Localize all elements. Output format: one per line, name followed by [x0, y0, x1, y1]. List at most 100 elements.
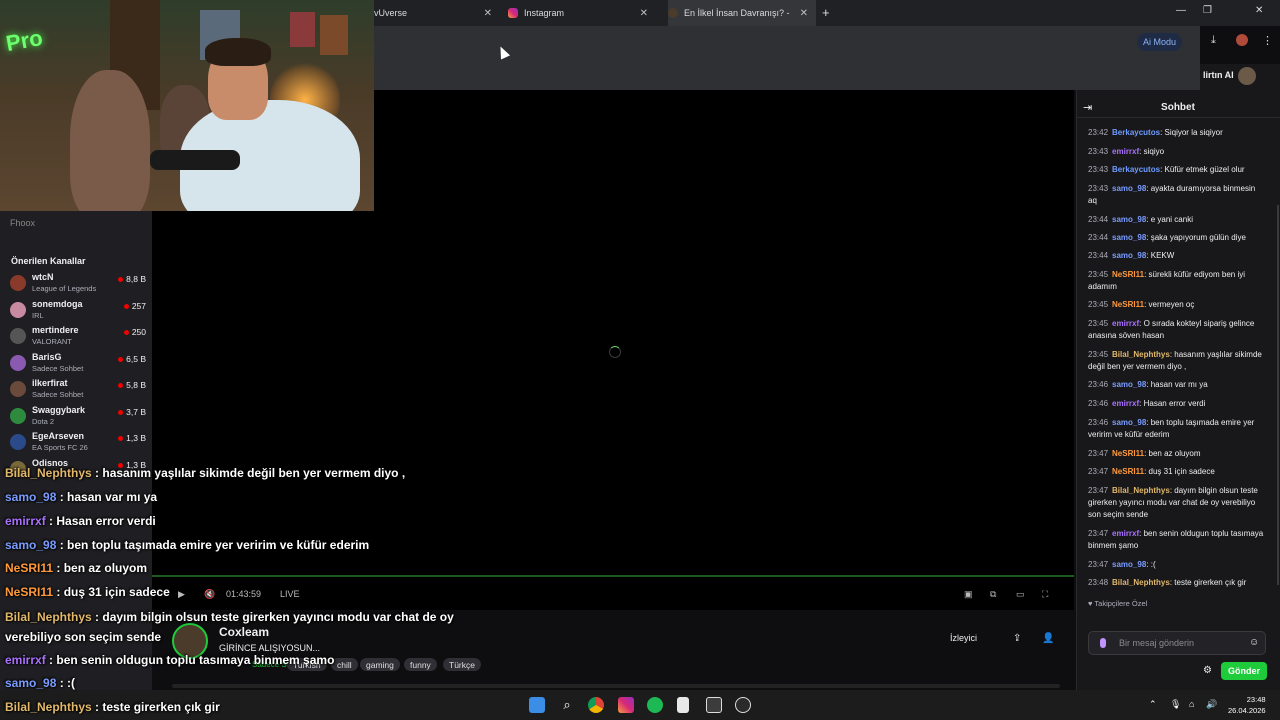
tab-close-icon[interactable]: ✕: [484, 8, 492, 19]
tag-funny[interactable]: funny: [404, 658, 437, 671]
chat-message[interactable]: 23:45 Bilal_Nephthys: hasanım yaşlılar si…: [1088, 349, 1266, 373]
chat-message[interactable]: 23:43 Berkaycutos: Küfür etmek güzel olur: [1088, 164, 1266, 176]
system-clock[interactable]: 23:48 26.04.2026: [1228, 694, 1266, 716]
chat-username[interactable]: Berkaycutos: [1112, 165, 1160, 174]
volume-icon[interactable]: 🔊: [1206, 699, 1217, 710]
chat-message[interactable]: 23:47 NeSRI11: ben az oluyom: [1088, 448, 1266, 460]
steam-icon[interactable]: [735, 697, 751, 713]
tab-vuverse[interactable]: vUverse ✕: [374, 0, 500, 26]
tag-gaming[interactable]: gaming: [360, 658, 400, 671]
tray-chevron-icon[interactable]: ⌃: [1149, 699, 1157, 710]
chat-username[interactable]: NeSRI11: [1112, 300, 1144, 309]
chrome-icon[interactable]: [588, 697, 604, 713]
clip-icon[interactable]: ⧉: [990, 589, 996, 600]
suggested-channel[interactable]: ilkerfirat Sadece Sohbet 5,8 B: [8, 377, 148, 403]
instagram-app-icon[interactable]: [618, 697, 634, 713]
chat-username[interactable]: samo_98: [1112, 184, 1146, 193]
tag-turkce[interactable]: Türkçe: [443, 658, 481, 671]
chat-message[interactable]: 23:42 Berkaycutos: Siqiyor la siqiyor: [1088, 127, 1266, 139]
chat-message[interactable]: 23:46 samo_98: ben toplu taşımada emire y…: [1088, 417, 1266, 441]
search-icon[interactable]: ⌕: [559, 697, 575, 713]
tab-active-twitch[interactable]: En İlkel İnsan Davranışı? - Tier L ✕: [668, 0, 816, 26]
chat-message[interactable]: 23:43 samo_98: ayakta duramıyorsa binmesi…: [1088, 183, 1266, 207]
chat-username[interactable]: NeSRI11: [1112, 270, 1144, 279]
tab-instagram[interactable]: Instagram ✕: [508, 0, 656, 26]
side-stream-name[interactable]: Fhoox: [10, 218, 35, 228]
chat-username[interactable]: samo_98: [1112, 418, 1146, 427]
start-icon[interactable]: [529, 697, 545, 713]
horizontal-scrollbar[interactable]: [172, 684, 1060, 688]
chat-message[interactable]: 23:48 Bilal_Nephthys: teste girerken çık …: [1088, 577, 1266, 589]
maximize-icon[interactable]: ❐: [1203, 5, 1212, 16]
tab-close-icon[interactable]: ✕: [640, 8, 648, 19]
address-bar-area[interactable]: [374, 26, 1200, 90]
play-icon[interactable]: ▶: [178, 589, 185, 600]
collapse-chat-icon[interactable]: ⇥: [1083, 101, 1092, 114]
chat-username[interactable]: Bilal_Nephthys: [1112, 578, 1170, 587]
chat-username[interactable]: emirrxf: [1112, 319, 1139, 328]
fullscreen-icon[interactable]: ⛶: [1042, 589, 1048, 600]
chat-settings-icon[interactable]: ⚙: [1203, 665, 1212, 676]
chat-message[interactable]: 23:45 NeSRI11: vermeyen oç: [1088, 299, 1266, 311]
chat-username[interactable]: samo_98: [1112, 215, 1146, 224]
suggested-channel[interactable]: Swaggybark Dota 2 3,7 B: [8, 404, 148, 430]
chat-username[interactable]: NeSRI11: [1112, 467, 1144, 476]
chat-message[interactable]: 23:46 emirrxf: Hasan error verdi: [1088, 398, 1266, 410]
chat-message[interactable]: 23:44 samo_98: şaka yapıyorum gülün diye: [1088, 232, 1266, 244]
streamer-name[interactable]: Coxleam: [219, 625, 269, 639]
chat-username[interactable]: emirrxf: [1112, 147, 1139, 156]
chat-username[interactable]: samo_98: [1112, 251, 1146, 260]
chat-message[interactable]: 23:47 samo_98: :(: [1088, 559, 1266, 571]
chat-message[interactable]: 23:47 emirrxf: ben senin oldugun toplu ta…: [1088, 528, 1266, 552]
chat-message[interactable]: 23:47 NeSRI11: duş 31 için sadece: [1088, 466, 1266, 478]
chat-username[interactable]: samo_98: [1112, 380, 1146, 389]
microphone-icon[interactable]: 🎙: [1170, 699, 1181, 710]
file-icon[interactable]: [677, 697, 689, 713]
emote-picker-icon[interactable]: ☺: [1249, 637, 1259, 648]
spotify-icon[interactable]: [647, 697, 663, 713]
more-menu-icon[interactable]: ⋮: [1262, 34, 1273, 47]
chat-message[interactable]: 23:44 samo_98: e yani canki: [1088, 214, 1266, 226]
chat-username[interactable]: emirrxf: [1112, 399, 1139, 408]
suggested-channel[interactable]: BarisG Sadece Sohbet 6,5 B: [8, 351, 148, 377]
chat-username[interactable]: NeSRI11: [1112, 449, 1144, 458]
suggested-channel[interactable]: EgeArseven EA Sports FC 26 1,3 B: [8, 430, 148, 456]
bits-icon[interactable]: [1100, 638, 1106, 648]
chat-message[interactable]: 23:47 Bilal_Nephthys: dayım bilgin olsun …: [1088, 485, 1266, 521]
chat-username[interactable]: samo_98: [1112, 560, 1146, 569]
download-icon[interactable]: ⤓: [1211, 34, 1216, 47]
share-icon[interactable]: ⇪: [1013, 633, 1021, 644]
chat-message[interactable]: 23:45 emirrxf: O sırada kokteyl sipariş g…: [1088, 318, 1266, 342]
theatre-mode-icon[interactable]: ▭: [1016, 589, 1025, 600]
chat-message[interactable]: 23:44 samo_98: KEKW: [1088, 250, 1266, 262]
chat-input[interactable]: Bir mesaj gönderin: [1088, 631, 1266, 655]
miniplayer-icon[interactable]: ▣: [964, 589, 973, 600]
chat-username[interactable]: Bilal_Nephthys: [1112, 486, 1170, 495]
ai-mode-button[interactable]: Ai Modu: [1137, 33, 1183, 51]
network-icon[interactable]: ⌂: [1189, 699, 1194, 709]
profile-avatar-icon[interactable]: [1236, 34, 1248, 46]
suggested-channel[interactable]: mertindere VALORANT 250: [8, 324, 148, 350]
tab-close-icon[interactable]: ✕: [800, 8, 808, 19]
follow-user-icon[interactable]: 👤: [1042, 633, 1054, 644]
send-button[interactable]: Gönder: [1221, 662, 1267, 680]
chat-message[interactable]: 23:46 samo_98: hasan var mı ya: [1088, 379, 1266, 391]
player-progress-bar[interactable]: [152, 575, 1074, 577]
mute-icon[interactable]: 🔇: [204, 589, 215, 600]
twitch-user-avatar[interactable]: [1238, 67, 1256, 85]
chat-username[interactable]: Berkaycutos: [1112, 128, 1160, 137]
app-icon[interactable]: [706, 697, 722, 713]
chat-message[interactable]: 23:43 emirrxf: siqiyo: [1088, 146, 1266, 158]
chat-message[interactable]: 23:45 NeSRI11: sürekli küfür ediyom ben i…: [1088, 269, 1266, 293]
chat-scrollbar[interactable]: [1277, 205, 1279, 585]
twitch-profile-name[interactable]: lirtın AI: [1203, 70, 1234, 80]
suggested-channel[interactable]: wtcN League of Legends 8,8 B: [8, 271, 148, 297]
chat-username[interactable]: samo_98: [1112, 233, 1146, 242]
new-tab-plus-icon[interactable]: +: [822, 5, 830, 20]
chat-username[interactable]: Bilal_Nephthys: [1112, 350, 1170, 359]
chat-username[interactable]: emirrxf: [1112, 529, 1139, 538]
tag-chill[interactable]: chill: [331, 658, 358, 671]
minimize-icon[interactable]: —: [1176, 5, 1186, 16]
window-close-icon[interactable]: ✕: [1255, 5, 1263, 16]
suggested-channel[interactable]: sonemdoga IRL 257: [8, 298, 148, 324]
